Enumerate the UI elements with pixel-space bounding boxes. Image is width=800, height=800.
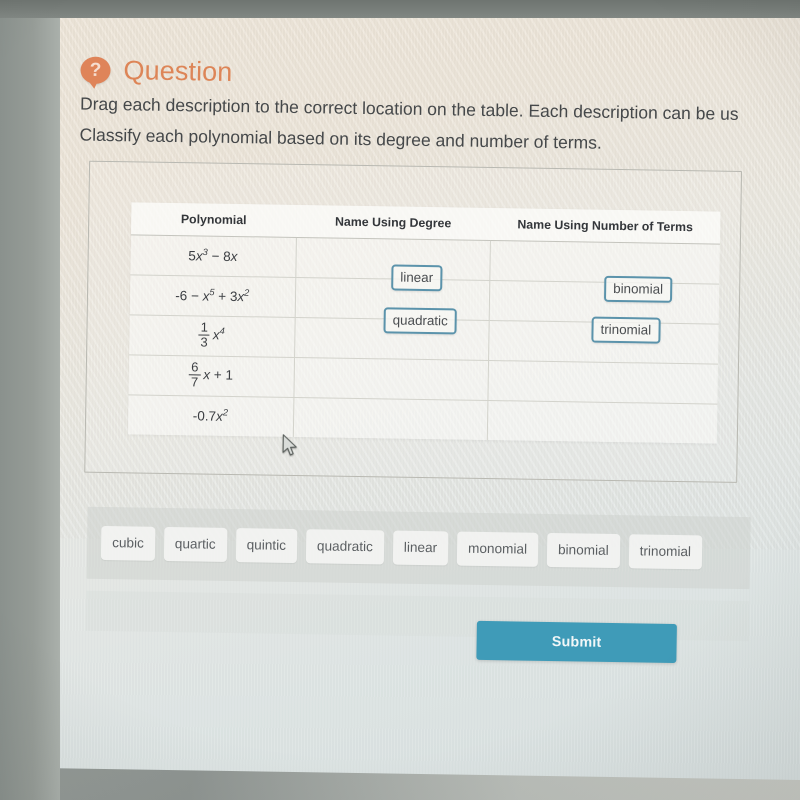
polynomial-cell-5: -0.7x2 bbox=[127, 394, 294, 437]
polynomial-cell-3: 1 3 x4 bbox=[129, 314, 295, 358]
bank-tile-linear[interactable]: linear bbox=[392, 530, 449, 566]
dropped-tile-quadratic[interactable]: quadratic bbox=[383, 307, 457, 335]
column-header-name-terms: Name Using Number of Terms bbox=[489, 208, 721, 245]
polynomial-cell-4: 6 7 x + 1 bbox=[128, 354, 295, 398]
bank-tile-trinomial[interactable]: trinomial bbox=[628, 534, 703, 570]
fraction-numerator: 1 bbox=[198, 320, 211, 336]
screen-photo: ? Question Drag each description to the … bbox=[0, 0, 800, 800]
dropped-tile-linear[interactable]: linear bbox=[391, 264, 443, 292]
dropzone-terms-5[interactable] bbox=[487, 400, 718, 443]
fraction-one-third: 1 3 bbox=[198, 320, 211, 350]
screen-top-bezel bbox=[0, 0, 800, 18]
fraction-numerator: 6 bbox=[189, 360, 201, 376]
prompt-text: Drag each description to the correct loc… bbox=[79, 89, 800, 163]
page-title: Question bbox=[123, 55, 233, 87]
dropped-tile-trinomial[interactable]: trinomial bbox=[591, 316, 661, 345]
question-mark-glyph: ? bbox=[89, 59, 102, 81]
bank-tile-monomial[interactable]: monomial bbox=[456, 531, 539, 567]
screen-left-bezel bbox=[0, 0, 60, 800]
bank-tile-quadratic[interactable]: quadratic bbox=[305, 529, 385, 565]
fraction-six-sevenths: 6 7 bbox=[189, 360, 201, 390]
polynomial-cell-2: -6 − x5 + 3x2 bbox=[129, 274, 296, 318]
dropzone-degree-5[interactable] bbox=[292, 397, 488, 440]
column-header-name-degree: Name Using Degree bbox=[295, 204, 491, 241]
dropzone-degree-4[interactable] bbox=[293, 357, 489, 401]
question-bubble-icon: ? bbox=[80, 56, 111, 89]
submit-button[interactable]: Submit bbox=[476, 620, 677, 663]
question-header: ? Question bbox=[80, 55, 233, 89]
browser-page: ? Question Drag each description to the … bbox=[33, 0, 800, 781]
bank-tile-cubic[interactable]: cubic bbox=[100, 525, 156, 561]
dropzone-terms-4[interactable] bbox=[487, 360, 719, 405]
fraction-denominator: 7 bbox=[190, 374, 199, 390]
word-bank-panel: cubic quartic quintic quadratic linear m… bbox=[86, 506, 751, 590]
polynomial-cell-1: 5x3 − 8x bbox=[130, 234, 296, 278]
fraction-denominator: 3 bbox=[200, 334, 208, 350]
column-header-polynomial: Polynomial bbox=[130, 202, 297, 238]
bank-tile-quintic[interactable]: quintic bbox=[235, 528, 298, 564]
bank-tile-binomial[interactable]: binomial bbox=[546, 532, 620, 569]
table-row: -0.7x2 bbox=[127, 394, 718, 444]
dropped-tile-binomial[interactable]: binomial bbox=[603, 275, 673, 304]
bank-tile-quartic[interactable]: quartic bbox=[163, 526, 227, 562]
bubble-tail bbox=[87, 79, 99, 89]
